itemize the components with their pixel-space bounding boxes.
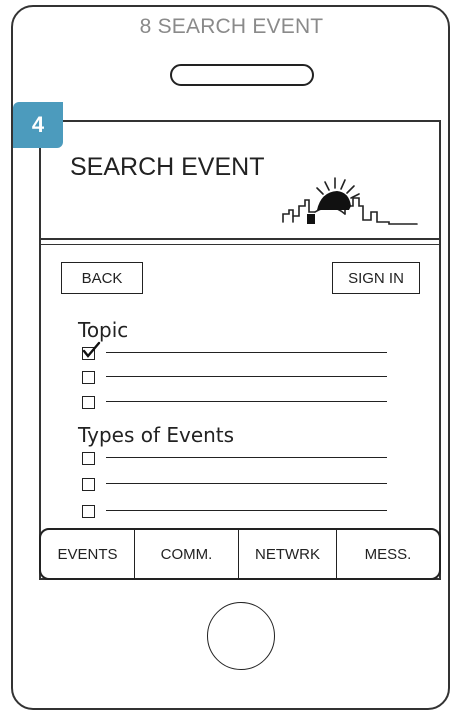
phone-title: 8 SEARCH EVENT bbox=[139, 15, 324, 38]
types-option-3[interactable] bbox=[82, 503, 387, 519]
topic-option-2[interactable] bbox=[82, 369, 387, 385]
topic-option-1[interactable] bbox=[82, 341, 387, 361]
header-divider-secondary bbox=[39, 244, 441, 245]
types-option-2[interactable] bbox=[82, 476, 387, 492]
option-line bbox=[106, 401, 387, 402]
page-title: SEARCH EVENT bbox=[70, 153, 265, 181]
sign-in-button[interactable]: SIGN IN bbox=[332, 262, 420, 294]
topic-option-3[interactable] bbox=[82, 394, 387, 410]
checkmark-icon bbox=[82, 341, 101, 358]
checkbox[interactable] bbox=[82, 371, 95, 384]
checkbox[interactable] bbox=[82, 396, 95, 409]
tab-network[interactable]: NETWRK bbox=[239, 530, 337, 578]
bottom-nav: EVENTS COMM. NETWRK MESS. bbox=[39, 528, 441, 580]
home-button[interactable] bbox=[207, 602, 275, 670]
step-badge: 4 bbox=[13, 102, 63, 148]
option-line bbox=[106, 376, 387, 377]
option-line bbox=[106, 457, 387, 458]
tab-community[interactable]: COMM. bbox=[135, 530, 239, 578]
checkbox[interactable] bbox=[82, 478, 95, 491]
speaker-slot bbox=[170, 64, 314, 86]
tab-messages[interactable]: MESS. bbox=[337, 530, 439, 578]
back-button[interactable]: BACK bbox=[61, 262, 143, 294]
checkbox[interactable] bbox=[82, 505, 95, 518]
tab-events[interactable]: EVENTS bbox=[41, 530, 135, 578]
types-option-1[interactable] bbox=[82, 450, 387, 466]
option-line bbox=[106, 483, 387, 484]
option-line bbox=[106, 352, 387, 353]
types-of-events-heading: Types of Events bbox=[78, 423, 235, 447]
option-line bbox=[106, 510, 387, 511]
city-skyline-sun-icon bbox=[282, 177, 418, 225]
topic-heading: Topic bbox=[78, 318, 129, 342]
header-divider bbox=[39, 238, 441, 240]
checkbox[interactable] bbox=[82, 452, 95, 465]
